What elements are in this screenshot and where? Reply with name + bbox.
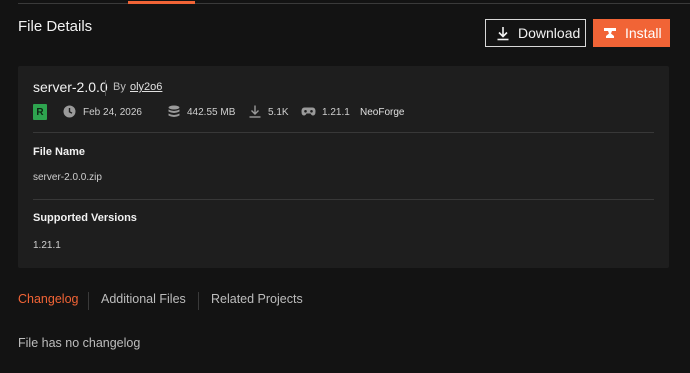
page-title: File Details — [18, 18, 93, 35]
by-label: By — [113, 81, 126, 93]
clock-icon — [63, 105, 76, 123]
card-divider — [33, 132, 654, 133]
file-meta-row: R Feb 24, 2026 442.55 MB 5.1K 1.21.1 Neo… — [33, 104, 653, 122]
anvil-icon — [603, 27, 617, 40]
supported-versions-label: Supported Versions — [33, 212, 137, 224]
database-icon — [168, 105, 180, 123]
file-name-label: File Name — [33, 146, 85, 158]
file-info-card: server-2.0.0 By oly2o6 R Feb 24, 2026 44… — [18, 66, 669, 268]
download-icon — [496, 26, 510, 41]
top-tab-divider — [18, 3, 690, 4]
download-count-icon — [249, 105, 261, 123]
file-details-page: File Details Download Install server-2.0… — [0, 0, 690, 373]
top-active-tab-indicator[interactable] — [128, 1, 195, 4]
download-count: 5.1K — [268, 107, 289, 118]
tab-separator — [88, 292, 89, 310]
supported-versions-value: 1.21.1 — [33, 240, 61, 251]
tab-related-projects[interactable]: Related Projects — [211, 292, 303, 306]
card-divider — [33, 199, 654, 200]
tab-separator — [198, 292, 199, 310]
tab-additional-files[interactable]: Additional Files — [101, 292, 186, 306]
author-link[interactable]: oly2o6 — [130, 81, 162, 93]
title-separator — [105, 80, 106, 96]
changelog-empty-message: File has no changelog — [18, 336, 141, 350]
install-label: Install — [625, 25, 662, 41]
file-title: server-2.0.0 — [33, 79, 108, 95]
file-size: 442.55 MB — [187, 107, 236, 118]
game-version: 1.21.1 — [322, 107, 350, 118]
gamepad-icon — [301, 105, 316, 123]
download-button[interactable]: Download — [485, 19, 586, 47]
release-type-badge: R — [33, 104, 47, 120]
file-name-value: server-2.0.0.zip — [33, 172, 102, 183]
mod-loader: NeoForge — [360, 107, 405, 118]
tab-changelog[interactable]: Changelog — [18, 292, 78, 306]
install-button[interactable]: Install — [593, 19, 670, 47]
download-label: Download — [518, 25, 581, 41]
upload-date: Feb 24, 2026 — [83, 107, 142, 118]
